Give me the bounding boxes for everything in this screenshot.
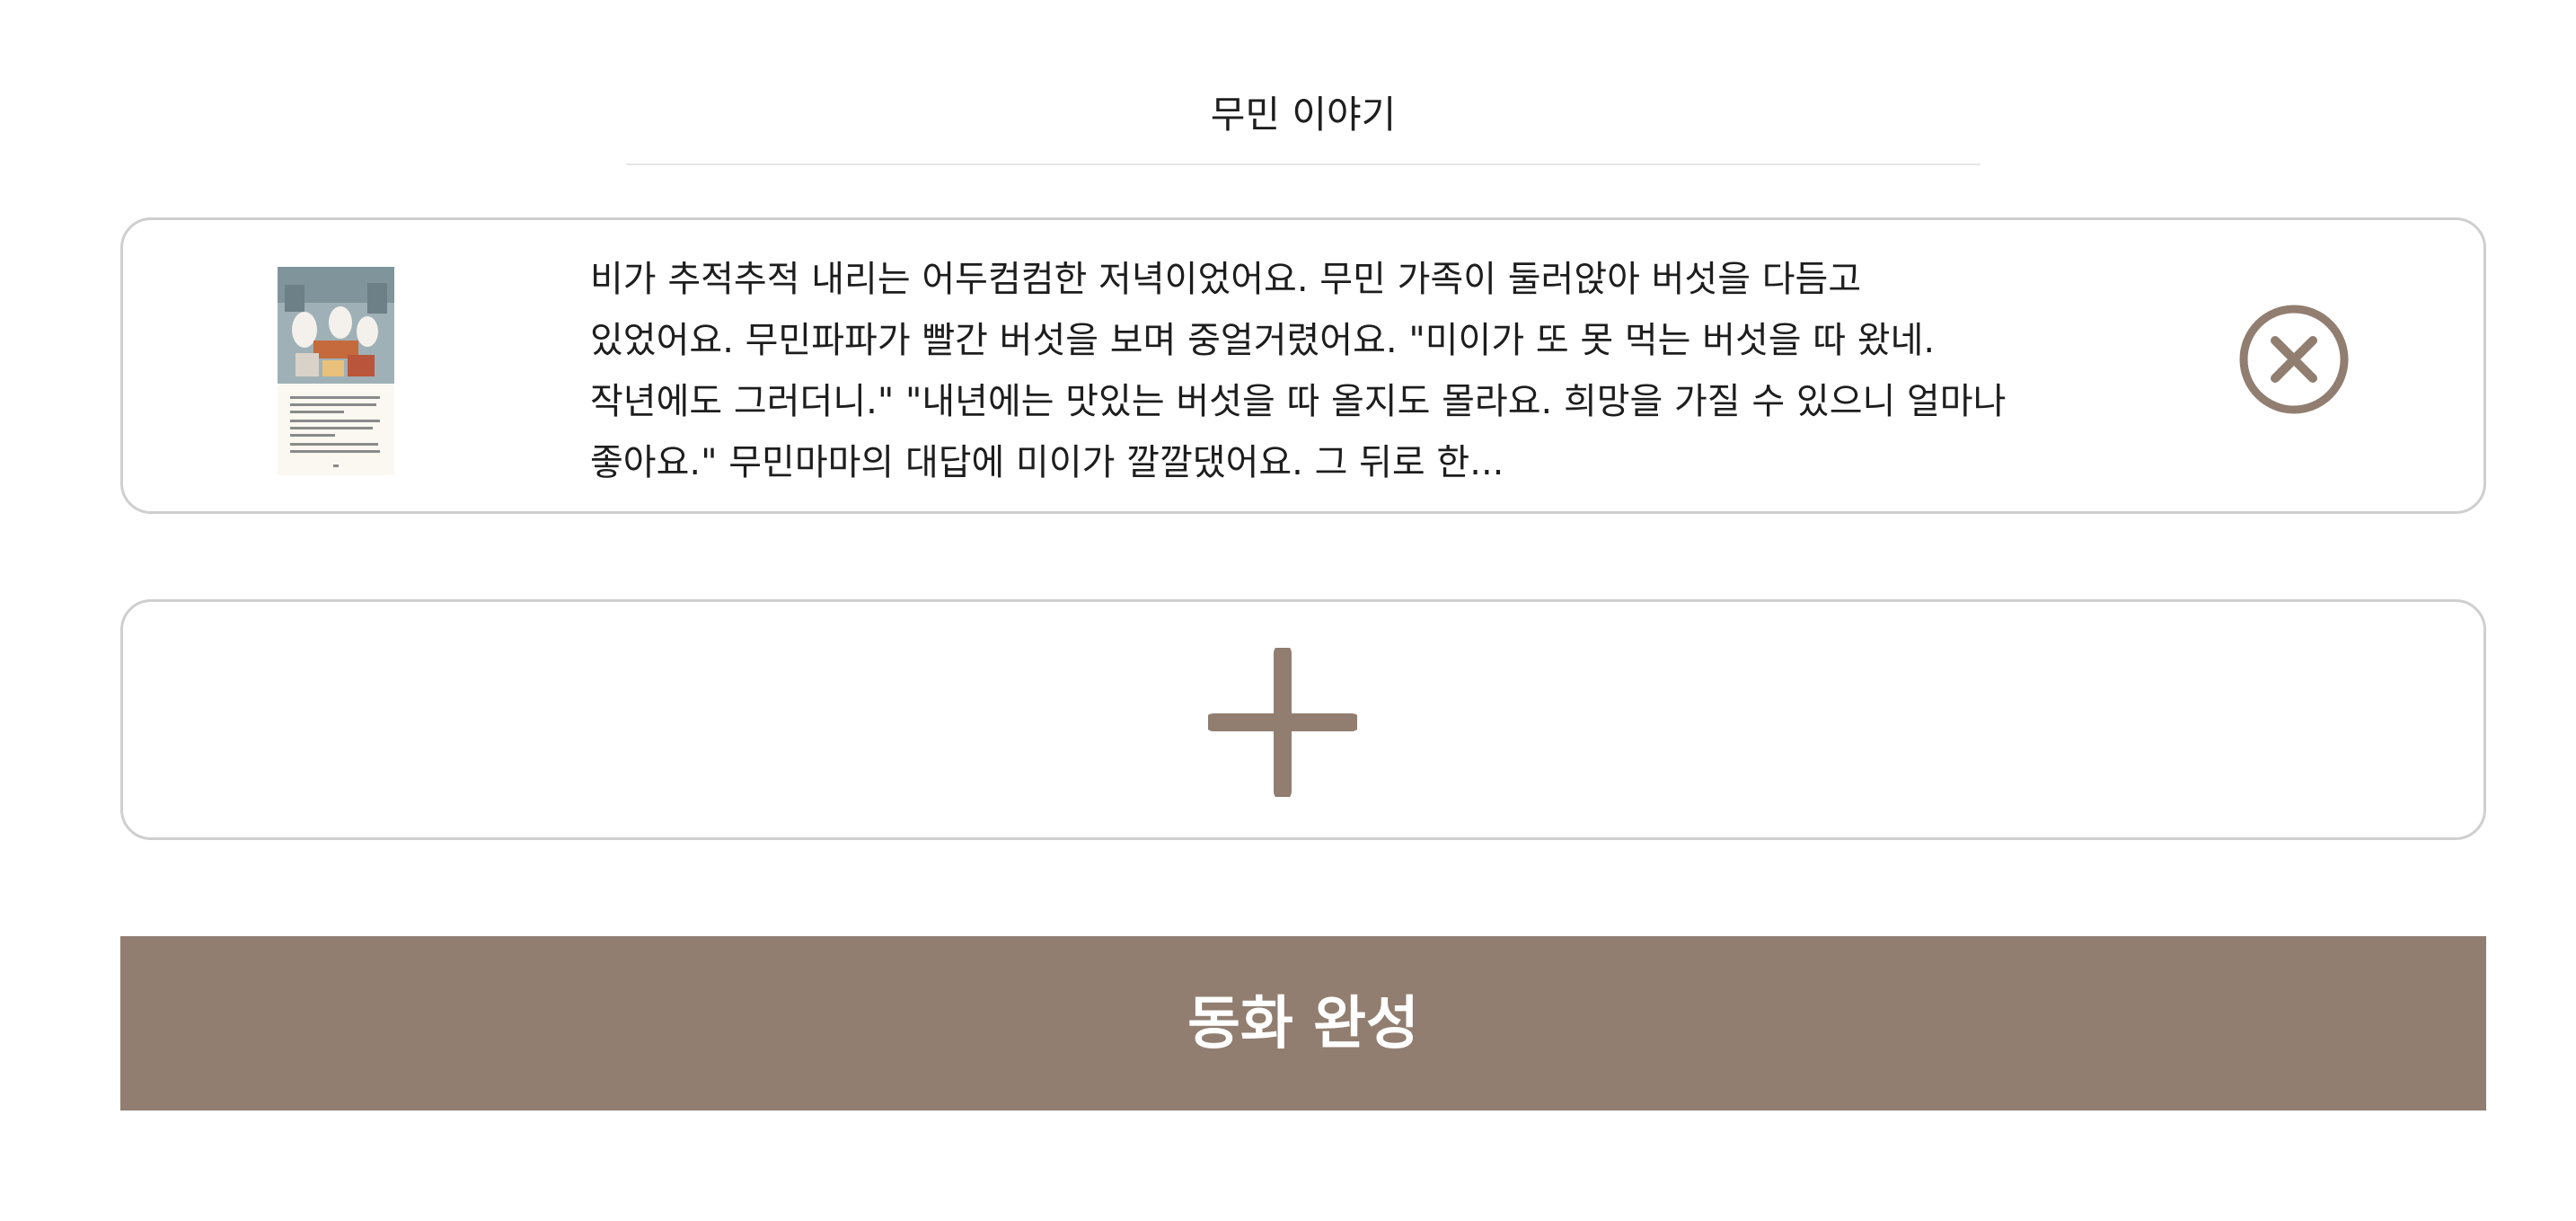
storybook-page-thumbnail (278, 267, 394, 475)
plus-icon (1204, 644, 1361, 801)
page-header: 무민 이야기 (626, 83, 1981, 165)
story-text: 비가 추적추적 내리는 어두컴컴한 저녁이었어요. 무민 가족이 둘러앉아 버섯… (590, 259, 2007, 483)
add-story-card-button[interactable] (120, 599, 2486, 840)
story-card[interactable]: 비가 추적추적 내리는 어두컴컴한 저녁이었어요. 무민 가족이 둘러앉아 버섯… (120, 217, 2486, 514)
complete-story-button[interactable]: 동화 완성 (120, 936, 2486, 1110)
page-title: 무민 이야기 (1210, 93, 1397, 137)
close-circle-icon[interactable] (2237, 303, 2351, 416)
